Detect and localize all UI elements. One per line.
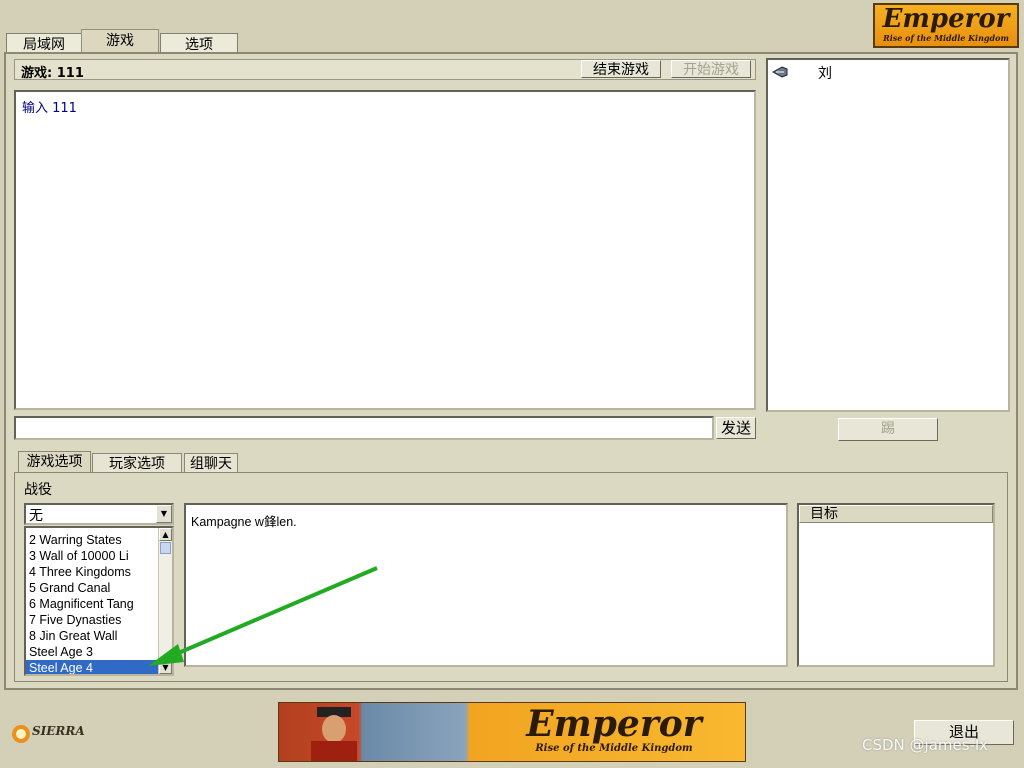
player-row[interactable]: 刘 [770, 62, 1008, 82]
campaign-list-item[interactable]: 3 Wall of 10000 Li [26, 548, 158, 564]
end-game-button[interactable]: 结束游戏 [581, 60, 661, 78]
player-list: 刘 [766, 58, 1010, 412]
chat-message: 输入 111 [22, 101, 77, 116]
sierra-label: SIERRA [32, 724, 85, 738]
tab-options[interactable]: 选项 [160, 33, 238, 54]
sierra-logo: SIERRA [8, 718, 98, 748]
annotation-arrow-icon [148, 566, 378, 666]
logo-subtitle: Rise of the Middle Kingdom [883, 33, 1009, 43]
campaign-list-item[interactable]: 7 Five Dynasties [26, 612, 158, 628]
goals-header: 目标 [799, 505, 993, 523]
banner-title: Emperor [526, 703, 702, 745]
campaign-selected: 无 [29, 508, 43, 524]
emperor-banner: Emperor Rise of the Middle Kingdom [278, 702, 746, 762]
campaign-label: 战役 [24, 482, 52, 498]
campaign-list-item[interactable]: 6 Magnificent Tang [26, 596, 158, 612]
emperor-logo: Emperor Rise of the Middle Kingdom [873, 3, 1019, 48]
player-name: 刘 [818, 66, 832, 82]
tab-group-chat[interactable]: 组聊天 [184, 453, 238, 473]
watermark: CSDN @james-lx [862, 736, 989, 754]
game-title: 游戏: 111 [21, 66, 84, 81]
campaign-list-item[interactable]: 8 Jin Great Wall [26, 628, 158, 644]
campaign-list-item[interactable]: 5 Grand Canal [26, 580, 158, 596]
campaign-list-item[interactable]: Steel Age 4 [26, 660, 158, 674]
banner-subtitle: Rise of the Middle Kingdom [535, 743, 693, 754]
goals-panel: 目标 [797, 503, 995, 667]
tab-player-options[interactable]: 玩家选项 [92, 453, 182, 473]
kick-button[interactable]: 踢 [838, 418, 938, 441]
campaign-dropdown[interactable]: 无 ▼ [24, 503, 174, 525]
game-header-bar: 游戏: 111 结束游戏 开始游戏 [14, 59, 756, 81]
logo-title: Emperor [882, 4, 1010, 34]
start-game-button[interactable]: 开始游戏 [671, 60, 751, 78]
scroll-thumb[interactable] [160, 542, 171, 554]
campaign-list-item[interactable]: 2 Warring States [26, 532, 158, 548]
chat-log: 输入 111 [14, 90, 756, 410]
tab-game-options[interactable]: 游戏选项 [18, 451, 91, 473]
tab-lan[interactable]: 局域网 [6, 33, 82, 54]
sierra-sun-icon [12, 725, 30, 743]
campaign-list-items: 2 Warring States 3 Wall of 10000 Li 4 Thre… [26, 528, 158, 674]
send-button[interactable]: 发送 [716, 417, 756, 439]
description-text: Kampagne w鋒len. [191, 515, 297, 529]
campaign-list-item[interactable]: 4 Three Kingdoms [26, 564, 158, 580]
emperor-portrait-icon [311, 707, 357, 761]
player-flag-icon [772, 66, 788, 78]
scroll-up-icon[interactable]: ▲ [159, 528, 172, 541]
campaign-list-item[interactable]: Steel Age 3 [26, 644, 158, 660]
chevron-down-icon[interactable]: ▼ [156, 505, 172, 523]
chat-input[interactable] [14, 416, 714, 440]
